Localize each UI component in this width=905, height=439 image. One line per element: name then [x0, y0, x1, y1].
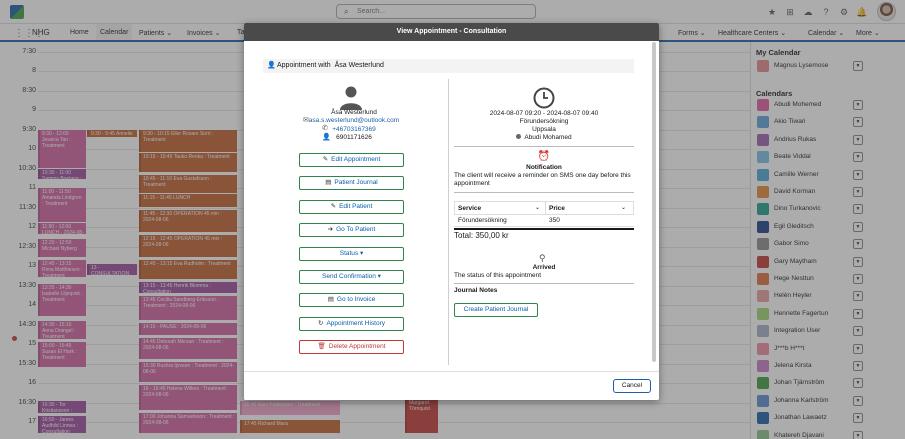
- total-amount: Total: 350,00 kr: [454, 231, 509, 240]
- chevron-down-icon[interactable]: ⌄: [535, 202, 540, 215]
- contact-personal-id: 6901171626: [336, 134, 372, 141]
- button-label: Appointment History: [326, 319, 385, 327]
- notification-title: Notification: [526, 164, 562, 171]
- cancel-button[interactable]: Cancel: [613, 379, 651, 393]
- patient-person-icon: [340, 86, 362, 110]
- button-label: Edit Appointment: [331, 156, 381, 163]
- appointment-patient-name: Åsa Westerlund: [334, 62, 384, 69]
- status-text: The status of this appointment: [454, 272, 542, 279]
- go-to-patient-button[interactable]: ➔ Go To Patient: [299, 223, 404, 238]
- button-label: Status ▾: [339, 249, 364, 257]
- edit-patient-button[interactable]: ✎ Edit Patient: [299, 199, 404, 214]
- location-pin-icon: ⚲: [539, 253, 546, 263]
- chevron-down-icon[interactable]: ⌄: [621, 202, 626, 215]
- appointment-history-button[interactable]: ↻ Appointment History: [299, 316, 404, 331]
- price-cell: 350: [549, 217, 560, 224]
- appointment-practitioner: Abudi Mohamed: [524, 134, 572, 141]
- button-label: Go To Patient: [336, 226, 376, 234]
- journal-notes-title: Journal Notes: [454, 287, 498, 294]
- service-column-header[interactable]: Service: [458, 202, 481, 215]
- button-icon: ▤: [325, 179, 332, 187]
- create-patient-journal-button[interactable]: Create Patient Journal: [454, 303, 538, 317]
- user-icon: 👤: [267, 62, 276, 69]
- appointment-with-label: Appointment with: [277, 62, 331, 69]
- services-table: Service ⌄ Price ⌄ Förundersökning 350: [454, 201, 634, 227]
- edit-appointment-button[interactable]: ✎ Edit Appointment: [299, 153, 404, 167]
- button-label: Send Confirmation ▾: [322, 273, 381, 280]
- button-label: Delete Appointment: [328, 343, 386, 351]
- go-to-invoice-button[interactable]: ▤ Go to Invoice: [299, 293, 404, 308]
- contact-name: Åsa Westerlund: [331, 109, 377, 116]
- price-column-header[interactable]: Price: [549, 202, 565, 215]
- alarm-clock-icon: ⏰: [537, 151, 551, 162]
- contact-email-link[interactable]: asa.s.westerlund@outlook.com: [284, 117, 424, 124]
- modal-scrollbar[interactable]: [652, 42, 656, 362]
- modal-title: View Appointment - Consultation: [244, 23, 659, 41]
- appointment-location: Uppsala: [532, 126, 556, 133]
- delete-appointment-button[interactable]: 🗑 Delete Appointment: [299, 340, 404, 355]
- button-icon: ↻: [318, 319, 324, 327]
- divider: [454, 192, 634, 193]
- status-title: Arrived: [532, 264, 556, 271]
- divider: [454, 283, 634, 284]
- status-dropdown-button[interactable]: Status ▾: [299, 246, 404, 261]
- send-confirmation-button[interactable]: Send Confirmation ▾: [299, 270, 404, 284]
- clock-icon: [533, 87, 555, 109]
- button-label: Edit Patient: [339, 202, 373, 210]
- button-icon: ✎: [322, 156, 329, 163]
- contact-phone-link[interactable]: +46703167369: [284, 126, 424, 133]
- table-row: Förundersökning 350: [454, 215, 634, 227]
- button-icon: ✎: [330, 202, 337, 210]
- modal-footer: Cancel: [244, 371, 659, 400]
- column-divider: [448, 79, 449, 365]
- view-appointment-modal: View Appointment - Consultation 👤 Appoin…: [244, 23, 659, 400]
- appointment-time-range: 2024-08-07 09:20 - 2024-08-07 09:40: [489, 110, 599, 117]
- divider: [454, 146, 634, 147]
- service-cell: Förundersökning: [458, 217, 507, 224]
- button-label: Go to Invoice: [336, 296, 376, 304]
- services-table-header: Service ⌄ Price ⌄: [454, 201, 634, 215]
- total-divider: [454, 228, 634, 230]
- notification-text: The client will receive a reminder on SM…: [454, 172, 631, 187]
- button-icon: 🗑: [317, 343, 326, 351]
- button-icon: ▤: [327, 296, 334, 304]
- button-label: Patient Journal: [334, 179, 378, 187]
- patient-journal-button[interactable]: ▤ Patient Journal: [299, 176, 404, 191]
- appointment-service-name: Förundersökning: [519, 118, 569, 125]
- appointment-with-bar: 👤 Appointment with Åsa Westerlund: [263, 59, 634, 73]
- button-icon: ➔: [327, 226, 334, 234]
- practitioner-dot-icon: [516, 134, 522, 139]
